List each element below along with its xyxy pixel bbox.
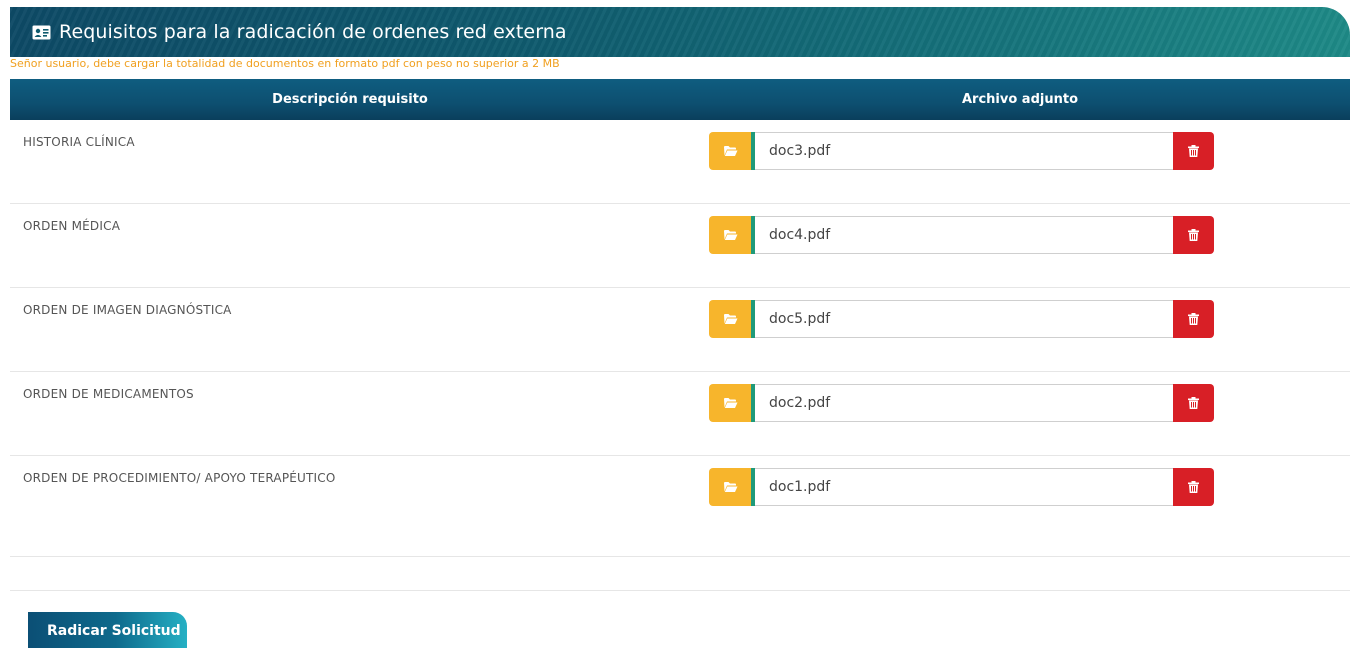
browse-button[interactable] (709, 468, 755, 506)
table-row: ORDEN MÉDICA doc4.pdf (10, 204, 1350, 288)
requirement-label: ORDEN DE IMAGEN DIAGNÓSTICA (23, 303, 232, 317)
page: Requisitos para la radicación de ordenes… (0, 0, 1350, 648)
delete-button[interactable] (1173, 300, 1214, 338)
upload-notice: Señor usuario, debe cargar la totalidad … (10, 57, 560, 70)
submit-request-button[interactable]: Radicar Solicitud (28, 612, 187, 648)
id-card-icon (32, 25, 51, 40)
file-upload-group: doc3.pdf (709, 132, 1214, 170)
folder-open-icon (723, 310, 738, 329)
trash-icon (1188, 394, 1199, 413)
delete-button[interactable] (1173, 132, 1214, 170)
delete-button[interactable] (1173, 468, 1214, 506)
requirement-label: ORDEN DE MEDICAMENTOS (23, 387, 194, 401)
column-header-attachment: Archivo adjunto (961, 92, 1078, 107)
folder-open-icon (723, 226, 738, 245)
column-header-description: Descripción requisito (272, 92, 428, 107)
browse-button[interactable] (709, 216, 755, 254)
file-name-field[interactable]: doc1.pdf (755, 468, 1173, 506)
trash-icon (1188, 478, 1199, 497)
page-title: Requisitos para la radicación de ordenes… (59, 21, 567, 43)
delete-button[interactable] (1173, 216, 1214, 254)
file-name-field[interactable]: doc4.pdf (755, 216, 1173, 254)
file-upload-group: doc1.pdf (709, 468, 1214, 506)
requirement-label: ORDEN DE PROCEDIMIENTO/ APOYO TERAPÉUTIC… (23, 471, 336, 485)
file-upload-group: doc4.pdf (709, 216, 1214, 254)
table-footer-divider (10, 557, 1350, 591)
requirements-table: Descripción requisito Archivo adjunto HI… (10, 79, 1350, 591)
requirement-label: ORDEN MÉDICA (23, 219, 121, 233)
browse-button[interactable] (709, 132, 755, 170)
table-row: ORDEN DE PROCEDIMIENTO/ APOYO TERAPÉUTIC… (10, 456, 1350, 557)
table-header: Descripción requisito Archivo adjunto (10, 79, 1350, 120)
file-name-field[interactable]: doc3.pdf (755, 132, 1173, 170)
folder-open-icon (723, 478, 738, 497)
table-row: ORDEN DE IMAGEN DIAGNÓSTICA doc5.pdf (10, 288, 1350, 372)
file-upload-group: doc5.pdf (709, 300, 1214, 338)
browse-button[interactable] (709, 300, 755, 338)
folder-open-icon (723, 142, 738, 161)
trash-icon (1188, 142, 1199, 161)
folder-open-icon (723, 394, 738, 413)
table-row: HISTORIA CLÍNICA doc3.pdf (10, 120, 1350, 204)
delete-button[interactable] (1173, 384, 1214, 422)
table-row: ORDEN DE MEDICAMENTOS doc2.pdf (10, 372, 1350, 456)
browse-button[interactable] (709, 384, 755, 422)
header-banner: Requisitos para la radicación de ordenes… (10, 7, 1350, 57)
trash-icon (1188, 226, 1199, 245)
file-upload-group: doc2.pdf (709, 384, 1214, 422)
trash-icon (1188, 310, 1199, 329)
file-name-field[interactable]: doc5.pdf (755, 300, 1173, 338)
requirement-label: HISTORIA CLÍNICA (23, 135, 135, 149)
file-name-field[interactable]: doc2.pdf (755, 384, 1173, 422)
